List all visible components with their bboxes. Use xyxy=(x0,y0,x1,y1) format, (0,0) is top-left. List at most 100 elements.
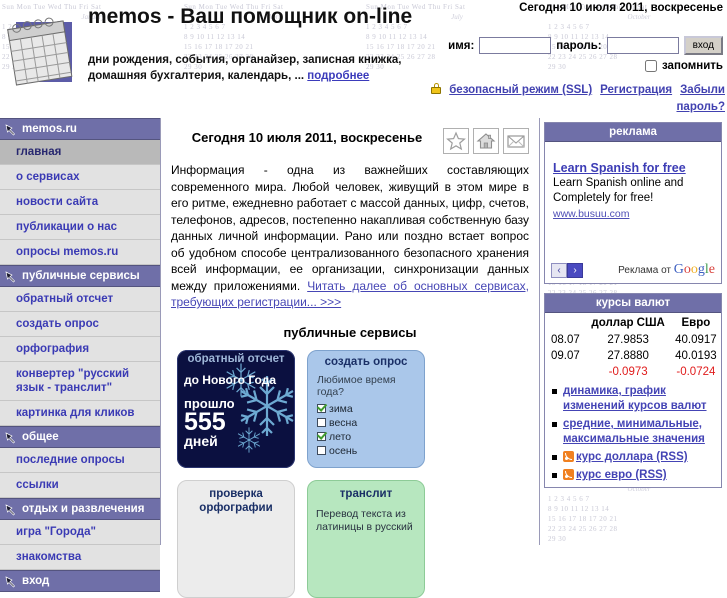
intro-paragraph: Информация - одна из важнейших составляю… xyxy=(161,158,539,311)
subtitle-line-1: дни рождения, события, органайзер, запис… xyxy=(88,54,402,66)
sidebar-item-2-1[interactable]: ссылки xyxy=(0,473,160,498)
more-link[interactable]: подробнее xyxy=(307,70,369,82)
sidebar-item-label: орфография xyxy=(16,343,90,355)
calendar-icon xyxy=(7,17,73,86)
ad-prev-button[interactable]: ‹ xyxy=(551,262,567,278)
sidebar-group-label: отдых и развлечения xyxy=(22,503,145,515)
currency-eur: 40.0917 xyxy=(675,334,717,346)
sidebar-item-1-2[interactable]: орфография xyxy=(0,337,160,362)
sidebar-group-2[interactable]: общее xyxy=(0,426,160,448)
sidebar-item-1-4[interactable]: картинка для кликов xyxy=(0,401,160,426)
login-button[interactable]: вход xyxy=(683,36,723,55)
sidebar-group-label: вход xyxy=(22,575,50,587)
password-input[interactable] xyxy=(606,37,679,54)
right-sidebar: реклама Learn Spanish for free Learn Spa… xyxy=(540,118,726,545)
ad-panel: реклама Learn Spanish for free Learn Spa… xyxy=(544,122,722,284)
login-form: имя: пароль: вход xyxy=(448,36,723,55)
ad-body[interactable]: Learn Spanish for free Learn Spanish onl… xyxy=(545,142,721,260)
sidebar-item-0-0[interactable]: главная xyxy=(0,140,160,165)
currency-panel: курсы валют доллар США Евро 08.07 27.9853 4… xyxy=(544,293,722,488)
currency-panel-title: курсы валют xyxy=(545,294,721,313)
remember-label: запомнить xyxy=(661,60,723,72)
sidebar-item-1-1[interactable]: создать опрос xyxy=(0,312,160,337)
sidebar-item-0-4[interactable]: опросы memos.ru xyxy=(0,240,160,265)
currency-link-2[interactable]: курс доллара (RSS) xyxy=(576,451,688,463)
ad-title-link[interactable]: Learn Spanish for free xyxy=(553,160,713,176)
remember-checkbox[interactable] xyxy=(644,60,657,72)
poll-options: зима весна лето осень xyxy=(308,403,424,459)
sidebar-group-4[interactable]: вход xyxy=(0,570,160,592)
envelope-icon[interactable] xyxy=(503,128,529,154)
countdown-days-value: 555 xyxy=(184,407,226,436)
sidebar-group-label: memos.ru xyxy=(22,123,77,135)
sidebar-group-label: общее xyxy=(22,431,59,443)
sidebar-item-3-1[interactable]: знакомства xyxy=(0,545,160,570)
sidebar-item-3-0[interactable]: игра "Города" xyxy=(0,520,160,545)
home-icon[interactable] xyxy=(473,128,499,154)
sidebar-item-label: знакомства xyxy=(16,551,82,563)
currency-col-1: доллар США xyxy=(591,317,665,329)
rss-icon xyxy=(563,469,574,480)
header-links: безопасный режим (SSL) Регистрация Забыли … xyxy=(427,82,725,116)
currency-table: доллар США Евро 08.07 27.9853 40.0917 09.07 2… xyxy=(545,313,721,380)
poll-checkbox[interactable] xyxy=(317,432,326,441)
main-columns: memos.ru главная о сервисах новости сайта пу… xyxy=(0,118,727,598)
ssl-link[interactable]: безопасный режим (SSL) xyxy=(449,84,592,96)
card-translit[interactable]: транслит Перевод текста из латиницы в ру… xyxy=(307,479,425,598)
sidebar-item-label: ссылки xyxy=(16,479,59,491)
forgot-password-link[interactable]: Забыли пароль? xyxy=(676,84,725,113)
card-spelling[interactable]: проверка орфографии xyxy=(177,479,295,598)
sidebar-item-2-0[interactable]: последние опросы xyxy=(0,448,160,473)
sidebar-item-0-2[interactable]: новости сайта xyxy=(0,190,160,215)
star-icon[interactable] xyxy=(443,128,469,154)
sidebar-item-0-3[interactable]: публикации о нас xyxy=(0,215,160,240)
ad-next-button[interactable]: › xyxy=(567,262,583,278)
poll-option-label: лето xyxy=(329,430,352,443)
sidebar-group-0[interactable]: memos.ru xyxy=(0,118,160,140)
sidebar-item-label: конвертер "русский язык - транслит" xyxy=(16,368,130,394)
sidebar-item-label: игра "Города" xyxy=(16,526,96,538)
sidebar-item-label: публикации о нас xyxy=(16,221,118,233)
countdown-days-label: дней xyxy=(184,432,218,449)
currency-links: динамика, график изменений курсов валют с… xyxy=(545,384,721,483)
currency-eur: 40.0193 xyxy=(675,350,717,362)
services-title: публичные сервисы xyxy=(283,324,417,340)
poll-checkbox[interactable] xyxy=(317,418,326,427)
poll-checkbox[interactable] xyxy=(317,404,326,413)
currency-link-0[interactable]: динамика, график изменений курсов валют xyxy=(563,385,707,412)
currency-date xyxy=(545,364,586,380)
register-link[interactable]: Регистрация xyxy=(600,84,672,96)
intro-text: Информация - одна из важнейших составляю… xyxy=(171,163,529,293)
card-countdown[interactable]: обратный отсчет до Нового Года прошло 55… xyxy=(177,349,295,468)
poll-option-3[interactable]: осень xyxy=(308,445,424,459)
google-logo: Google xyxy=(673,262,715,277)
poll-option-label: зима xyxy=(329,402,353,415)
ad-url[interactable]: www.busuu.com xyxy=(553,208,713,220)
poll-option-label: осень xyxy=(329,444,358,457)
currency-date: 09.07 xyxy=(551,350,580,362)
page-header: memos - Ваш помощник on-line дни рождени… xyxy=(0,0,727,118)
table-row: -0.0973 -0.0724 xyxy=(545,364,721,380)
currency-link-1[interactable]: средние, минимальные, максимальные значе… xyxy=(563,418,705,445)
name-input[interactable] xyxy=(479,37,552,54)
currency-link-3[interactable]: курс евро (RSS) xyxy=(576,469,667,481)
poll-checkbox[interactable] xyxy=(317,446,326,455)
poll-option-1[interactable]: весна xyxy=(308,417,424,431)
ad-line-1: Learn Spanish online and xyxy=(553,177,684,189)
poll-option-0[interactable]: зима xyxy=(308,403,424,417)
sidebar-group-1[interactable]: публичные сервисы xyxy=(0,265,160,287)
poll-option-2[interactable]: лето xyxy=(308,431,424,445)
card-poll[interactable]: создать опрос Любимое время года? зима ве… xyxy=(307,349,425,468)
table-row: 09.07 27.8880 40.0193 xyxy=(545,348,721,364)
sidebar: memos.ru главная о сервисах новости сайта пу… xyxy=(0,118,160,592)
subtitle-line-2: домашняя бухгалтерия, календарь, ... xyxy=(88,70,305,82)
translit-body: Перевод текста из латиницы в русский xyxy=(316,507,413,533)
sidebar-item-0-1[interactable]: о сервисах xyxy=(0,165,160,190)
sidebar-item-1-0[interactable]: обратный отсчет xyxy=(0,287,160,312)
currency-usd: -0.0973 xyxy=(608,366,648,378)
sidebar-item-1-3[interactable]: конвертер "русский язык - транслит" xyxy=(0,362,160,401)
sidebar-item-label: новости сайта xyxy=(16,196,99,208)
sidebar-group-3[interactable]: отдых и развлечения xyxy=(0,498,160,520)
poll-question: Любимое время года? xyxy=(317,373,396,398)
page-title: memos - Ваш помощник on-line xyxy=(88,5,413,28)
